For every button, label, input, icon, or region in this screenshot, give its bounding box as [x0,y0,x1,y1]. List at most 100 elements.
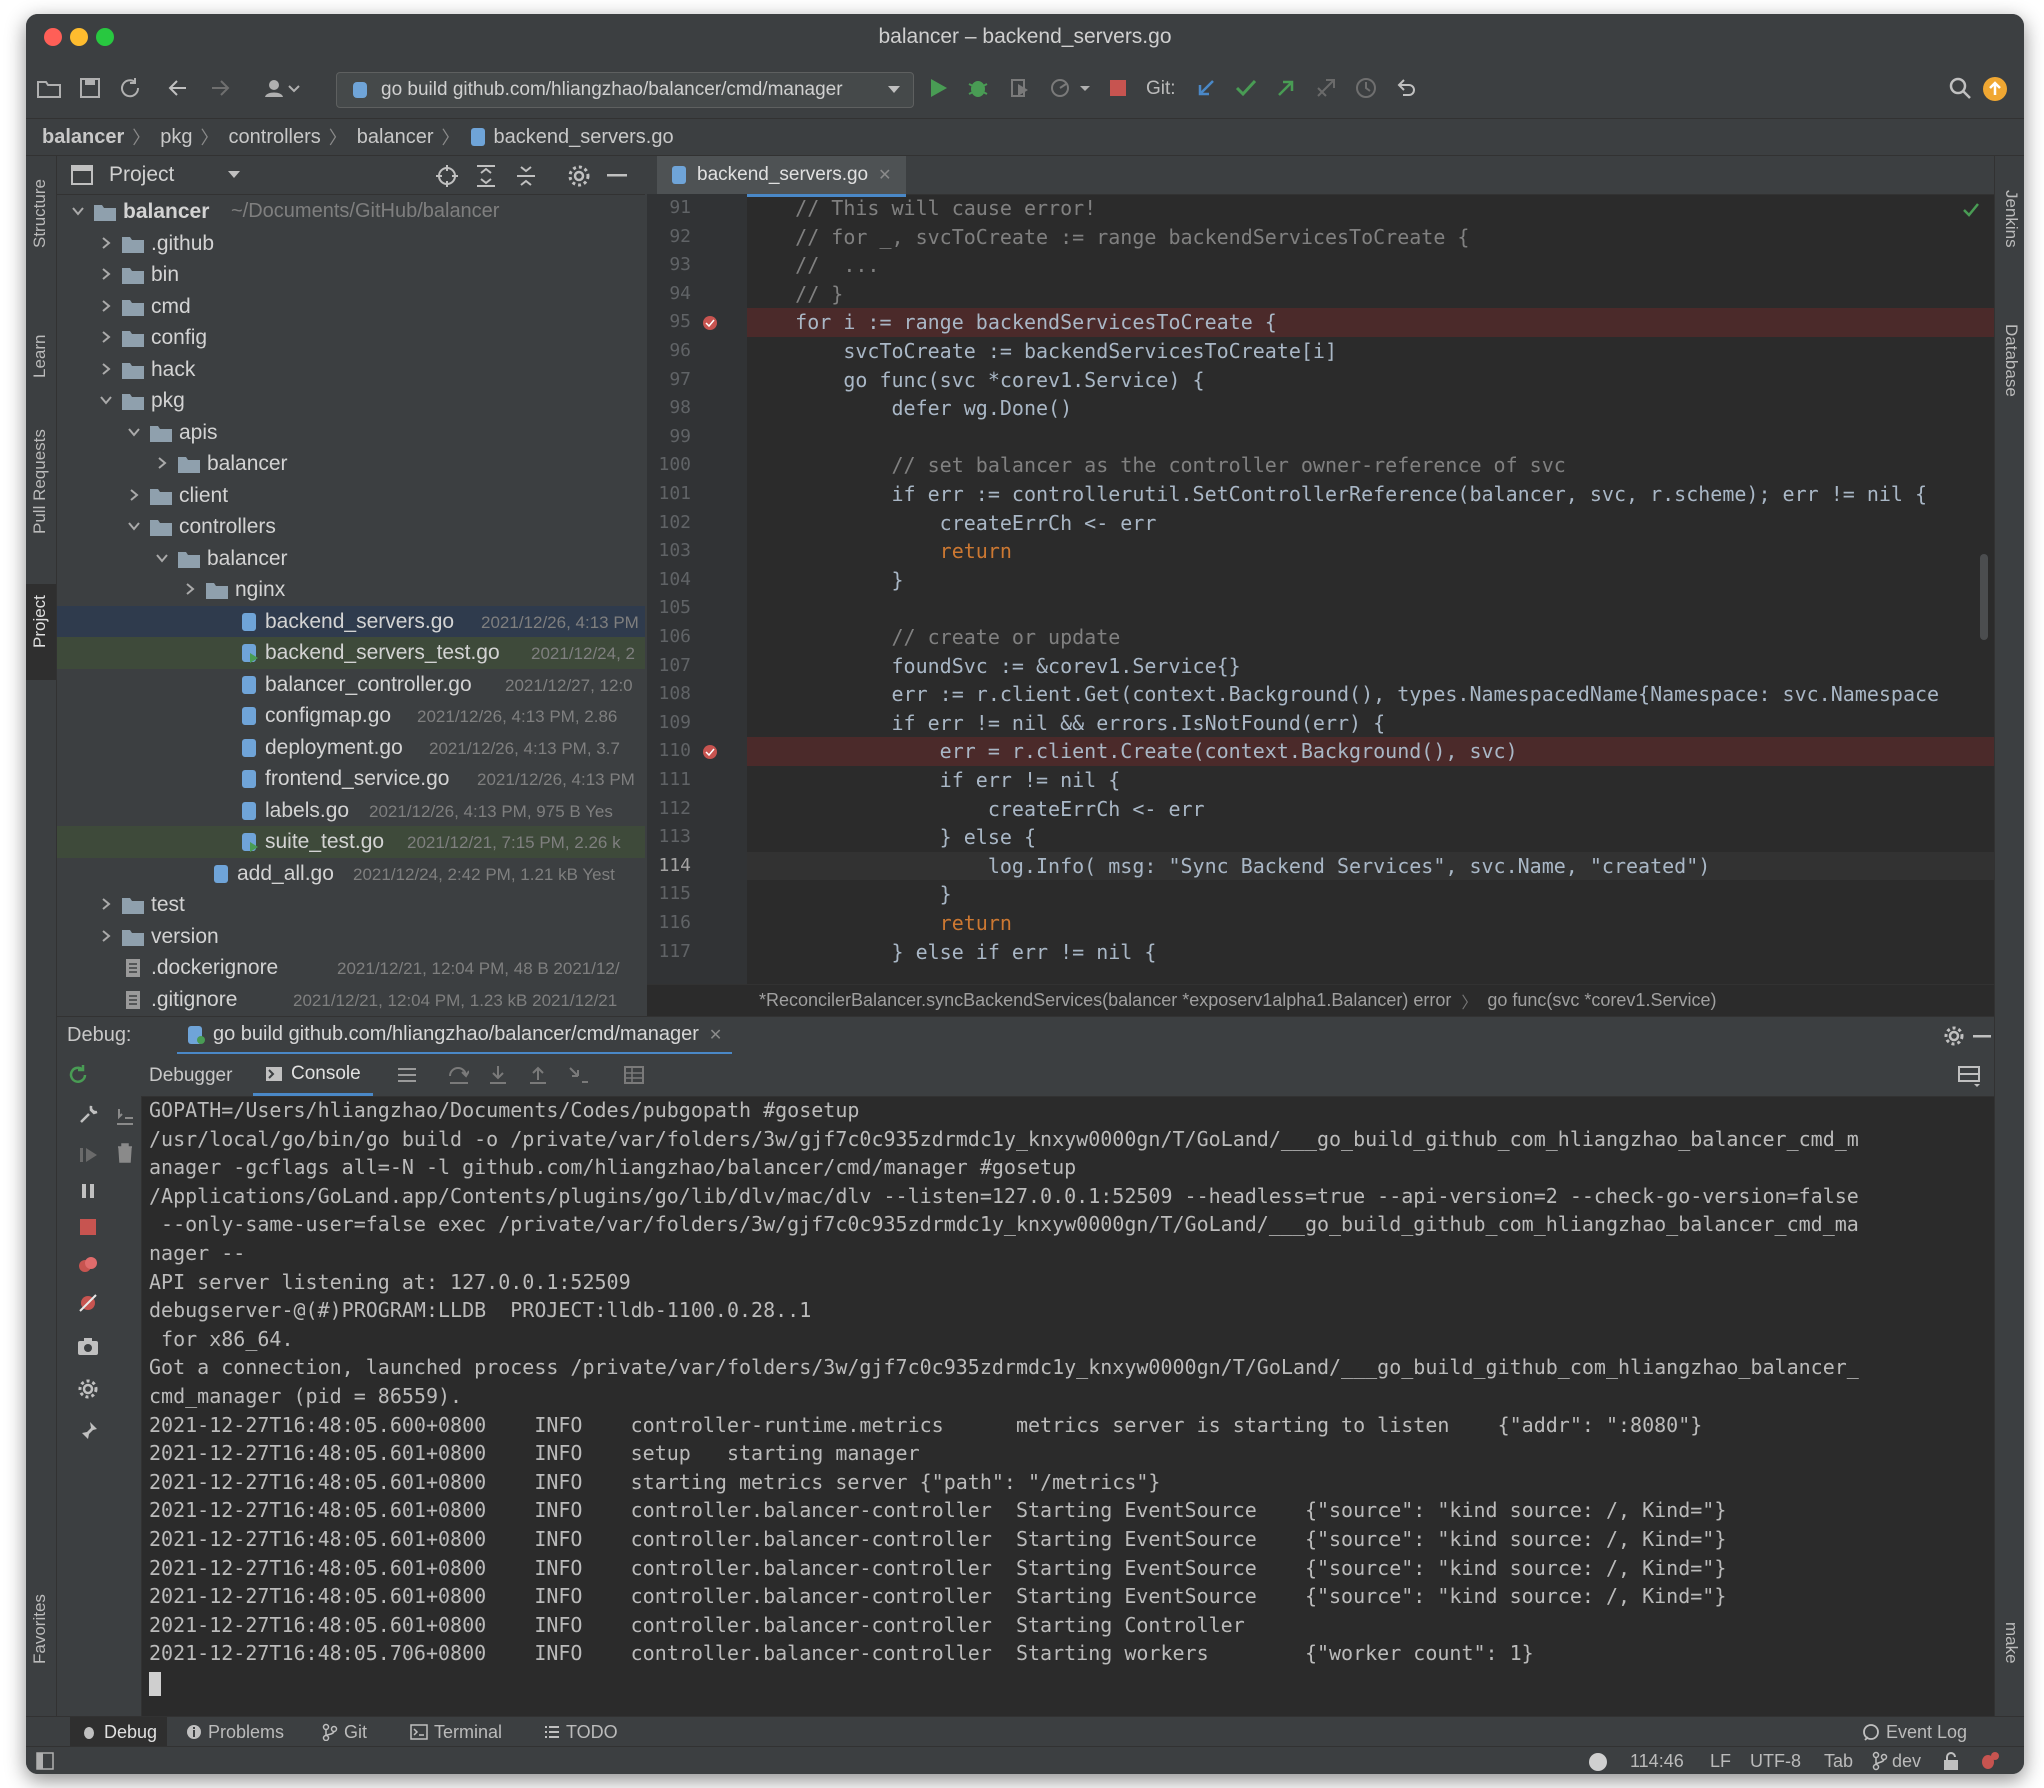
code-area[interactable]: // This will cause error! // for _, svcT… [747,194,1994,984]
gear-icon[interactable] [567,164,591,188]
breadcrumb-balancer[interactable]: balancer [357,126,434,149]
menu-lines-icon[interactable] [397,1066,417,1084]
git-update-icon[interactable] [1194,76,1222,104]
project-view-label[interactable]: Project [109,163,174,187]
console-tab[interactable]: Console [253,1054,373,1096]
memory-indicator-icon[interactable] [1588,1752,1608,1772]
editor-tab-backend-servers-go[interactable]: backend_servers.go ✕ [657,156,906,197]
breakpoint-icon[interactable] [701,314,719,332]
chevron-right-icon[interactable] [99,299,113,313]
collapse-all-icon[interactable] [515,164,537,188]
inspector-bug-icon[interactable] [1978,1750,2000,1772]
tree-item-labels-go[interactable]: labels.go 2021/12/26, 4:13 PM, 975 B Yes [57,795,645,827]
git-merge-icon[interactable] [1314,76,1342,104]
git-push-icon[interactable] [1274,76,1302,104]
resume-icon[interactable] [77,1144,99,1166]
tree-item-bin[interactable]: bin [57,259,645,291]
open-folder-icon[interactable] [36,76,64,104]
chevron-right-icon[interactable] [99,362,113,376]
event-log-button[interactable]: Event Log [1862,1717,1967,1747]
todo-toolwindow-button[interactable]: TODO [544,1717,618,1747]
chevron-right-icon[interactable] [99,267,113,281]
tree-item-deployment-go[interactable]: deployment.go 2021/12/26, 4:13 PM, 3.7 [57,732,645,764]
favorites-tab[interactable]: Favorites [30,1594,50,1664]
debugger-tab[interactable]: Debugger [149,1065,232,1087]
terminal-toolwindow-button[interactable]: Terminal [410,1717,502,1747]
make-tab[interactable]: make [2001,1622,2021,1664]
expand-all-icon[interactable] [475,164,497,188]
tree-item-hack[interactable]: hack [57,354,645,386]
indent-setting[interactable]: Tab [1824,1751,1853,1772]
minimize-panel-icon[interactable] [1973,1035,1991,1039]
chevron-right-icon[interactable] [99,929,113,943]
tree-item-client[interactable]: client [57,480,645,512]
layout-icon[interactable] [1957,1064,1981,1088]
chevron-down-icon[interactable] [227,170,241,180]
step-over-icon[interactable] [447,1064,469,1086]
stop-icon[interactable] [77,1216,99,1238]
chevron-right-icon[interactable] [99,330,113,344]
tree-item-balancer-controller-go[interactable]: balancer_controller.go 2021/12/27, 12:0 [57,669,645,701]
editor-scrollbar[interactable] [1980,554,1988,640]
tree-item-apis[interactable]: apis [57,417,645,449]
run-icon[interactable] [926,76,954,104]
toggle-panels-icon[interactable] [36,1752,54,1770]
tree-item-suite-test-go[interactable]: suite_test.go 2021/12/21, 7:15 PM, 2.26 … [57,826,645,858]
stop-icon[interactable] [1106,76,1134,104]
chevron-right-icon[interactable] [99,897,113,911]
pin-icon[interactable] [77,1420,99,1442]
step-out-icon[interactable] [527,1064,549,1086]
tree-item-configmap-go[interactable]: configmap.go 2021/12/26, 4:13 PM, 2.86 [57,700,645,732]
problems-toolwindow-button[interactable]: Problems [186,1717,284,1747]
run-configuration-select[interactable]: go build github.com/hliangzhao/balancer/… [336,72,914,108]
chevron-down-icon[interactable] [99,393,113,407]
debug-toolwindow-button[interactable]: Debug [70,1717,168,1747]
minimize-panel-icon[interactable] [607,174,627,178]
pause-icon[interactable] [77,1180,99,1202]
tree-item-config[interactable]: config [57,322,645,354]
mute-breakpoints-icon[interactable] [77,1292,99,1314]
database-tab[interactable]: Database [2001,324,2021,397]
breakpoint-icon[interactable] [701,743,719,761]
chevron-right-icon[interactable] [127,488,141,502]
close-tab-icon[interactable]: ✕ [709,1025,722,1045]
tree-item-cmd[interactable]: cmd [57,291,645,323]
project-tab[interactable]: Project [30,595,50,648]
git-toolwindow-button[interactable]: Git [322,1717,367,1747]
tree-item-add-all-go[interactable]: add_all.go 2021/12/24, 2:42 PM, 1.21 kB … [57,858,645,890]
step-into-icon[interactable] [487,1064,509,1086]
tree-item-gitignore[interactable]: .gitignore 2021/12/21, 12:04 PM, 1.23 kB… [57,984,645,1016]
tree-item-backend-servers-test-go[interactable]: backend_servers_test.go 2021/12/24, 2 [57,637,645,669]
structure-tab[interactable]: Structure [30,179,50,248]
code-crumb-closure[interactable]: go func(svc *corev1.Service) [1487,990,1716,1011]
inspection-ok-check-icon[interactable] [1962,202,1980,218]
locate-file-icon[interactable] [435,164,459,188]
tree-item-version[interactable]: version [57,921,645,953]
save-all-icon[interactable] [78,76,106,104]
tree-item-controllers[interactable]: controllers [57,511,645,543]
tree-item-pkg[interactable]: pkg [57,385,645,417]
tree-item-controllers-balancer[interactable]: balancer [57,543,645,575]
breadcrumb-file[interactable]: backend_servers.go [494,126,674,149]
tree-item-test[interactable]: test [57,889,645,921]
forward-arrow-icon[interactable] [208,76,236,104]
search-icon[interactable] [1948,76,1976,104]
rollback-icon[interactable] [1394,76,1422,104]
learn-tab[interactable]: Learn [30,335,50,378]
tree-item-nginx[interactable]: nginx [57,574,645,606]
camera-icon[interactable] [77,1336,99,1356]
tree-item-backend-servers-go[interactable]: backend_servers.go 2021/12/26, 4:13 PM [57,605,645,638]
tree-item-frontend-service-go[interactable]: frontend_service.go 2021/12/26, 4:13 PM [57,763,645,795]
trash-icon[interactable] [115,1142,135,1164]
scroll-to-end-icon[interactable] [115,1106,135,1126]
rerun-icon[interactable] [67,1064,89,1086]
git-branch[interactable]: dev [1892,1751,1921,1772]
sync-icon[interactable] [118,76,146,104]
git-history-clock-icon[interactable] [1354,76,1382,104]
wrench-icon[interactable] [77,1104,99,1126]
jenkins-tab[interactable]: Jenkins [2001,190,2021,248]
profile-dropdown-icon[interactable] [1048,76,1094,104]
chevron-down-icon[interactable] [127,425,141,439]
tree-item-dockerignore[interactable]: .dockerignore 2021/12/21, 12:04 PM, 48 B… [57,952,645,984]
evaluate-table-icon[interactable] [623,1064,645,1086]
